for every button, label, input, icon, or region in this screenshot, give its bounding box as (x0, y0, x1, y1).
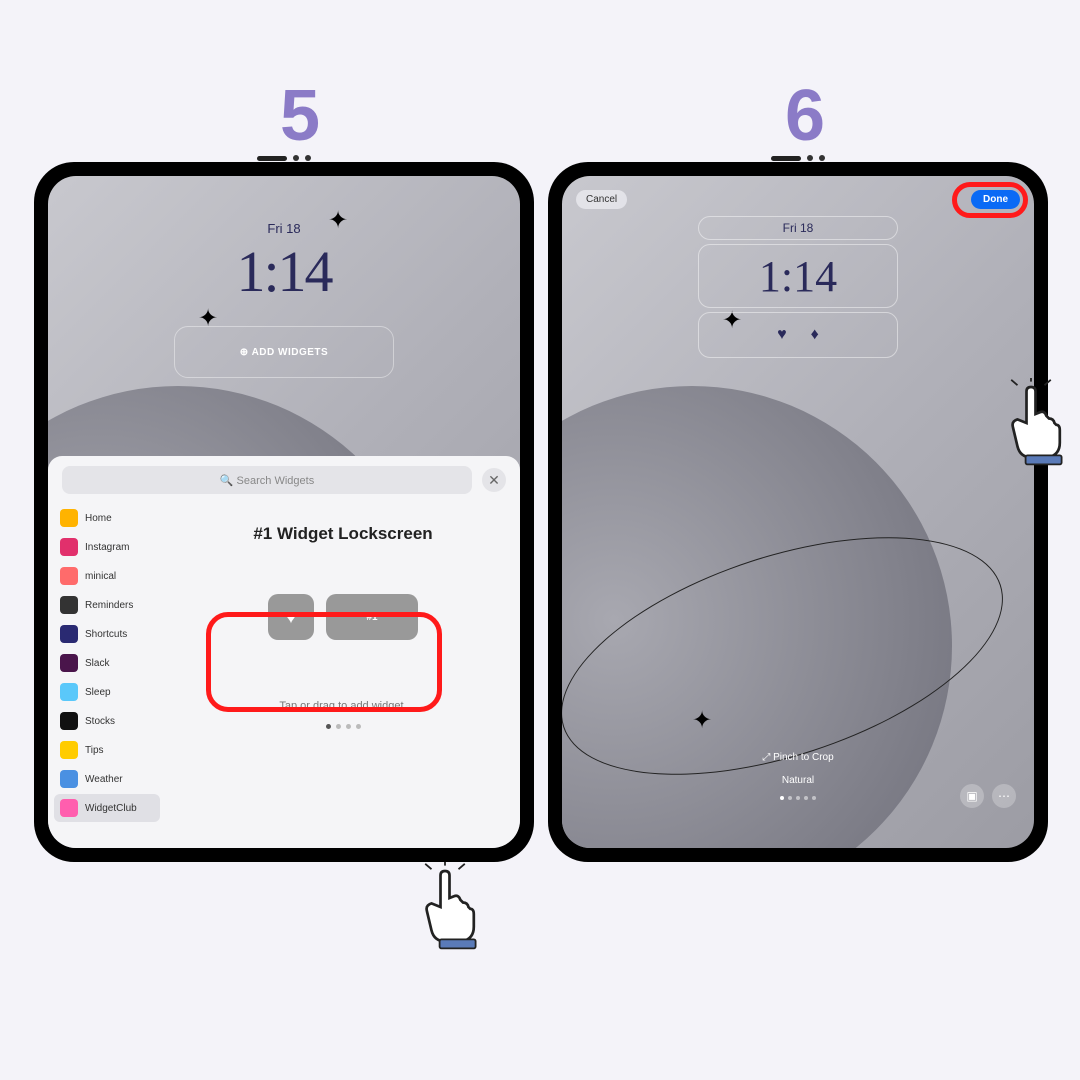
search-input[interactable]: 🔍 Search Widgets (62, 466, 472, 494)
app-icon (60, 741, 78, 759)
app-label: Stocks (85, 716, 115, 727)
lock-time: 1:14 (236, 238, 331, 305)
app-icon (60, 770, 78, 788)
app-label: Reminders (85, 600, 133, 611)
highlight-done (952, 182, 1028, 218)
more-icon[interactable]: ⋯ (992, 784, 1016, 808)
tap-hand-icon (400, 862, 490, 952)
step-number-6: 6 (785, 75, 825, 157)
sidebar-item-minical[interactable]: minical (54, 562, 160, 590)
app-icon (60, 567, 78, 585)
app-label: Instagram (85, 542, 129, 553)
app-icon (60, 596, 78, 614)
close-icon[interactable]: ✕ (482, 468, 506, 492)
sidebar-item-tips[interactable]: Tips (54, 736, 160, 764)
sidebar-item-home[interactable]: Home (54, 504, 160, 532)
time-widget-box[interactable]: 1:14 (698, 244, 898, 308)
app-icon (60, 683, 78, 701)
sidebar-item-widgetclub[interactable]: WidgetClub (54, 794, 160, 822)
app-label: Tips (85, 745, 104, 756)
app-sidebar: Home Instagram minical Reminders Shortcuts Sl… (48, 504, 166, 848)
app-label: Sleep (85, 687, 111, 698)
sidebar-item-weather[interactable]: Weather (54, 765, 160, 793)
sidebar-item-instagram[interactable]: Instagram (54, 533, 160, 561)
app-icon (60, 509, 78, 527)
ipad-step-6: ✦ ✦ Cancel Done Fri 18 1:14 ♥ ♦ ⤢ Pinch … (548, 162, 1048, 862)
photos-icon[interactable]: ▣ (960, 784, 984, 808)
app-icon (60, 654, 78, 672)
tap-hand-icon (986, 378, 1076, 468)
ipad-step-5: ✦ ✦ Fri 18 1:14 ⊕ ADD WIDGETS 🔍 Search W… (34, 162, 534, 862)
diamond-icon: ♦ (811, 326, 819, 344)
filter-name: Natural (782, 775, 814, 786)
app-icon (60, 625, 78, 643)
pinch-hint: ⤢ Pinch to Crop (762, 752, 833, 763)
app-icon (60, 799, 78, 817)
page-dots (326, 724, 361, 729)
app-label: Shortcuts (85, 629, 127, 640)
app-label: Home (85, 513, 112, 524)
step-number-5: 5 (280, 75, 320, 157)
app-label: WidgetClub (85, 803, 137, 814)
app-icon (60, 712, 78, 730)
app-label: Slack (85, 658, 109, 669)
filter-dots (780, 796, 816, 800)
widget-title: #1 Widget Lockscreen (253, 524, 432, 544)
sidebar-item-stocks[interactable]: Stocks (54, 707, 160, 735)
app-icon (60, 538, 78, 556)
lock-date: Fri 18 (267, 221, 300, 236)
cancel-button[interactable]: Cancel (576, 190, 627, 209)
highlight-box (206, 612, 442, 712)
app-label: minical (85, 571, 116, 582)
sidebar-item-reminders[interactable]: Reminders (54, 591, 160, 619)
add-widgets-button[interactable]: ⊕ ADD WIDGETS (174, 326, 394, 378)
widget-slot-box[interactable]: ♥ ♦ (698, 312, 898, 358)
sidebar-item-sleep[interactable]: Sleep (54, 678, 160, 706)
sidebar-item-slack[interactable]: Slack (54, 649, 160, 677)
heart-icon: ♥ (777, 326, 787, 344)
sidebar-item-shortcuts[interactable]: Shortcuts (54, 620, 160, 648)
app-label: Weather (85, 774, 123, 785)
widget-detail: #1 Widget Lockscreen ♥ #1 Tap or drag to… (166, 504, 520, 848)
date-widget-box[interactable]: Fri 18 (698, 216, 898, 240)
widget-picker-sheet: 🔍 Search Widgets ✕ Home Instagram minical R… (48, 456, 520, 848)
